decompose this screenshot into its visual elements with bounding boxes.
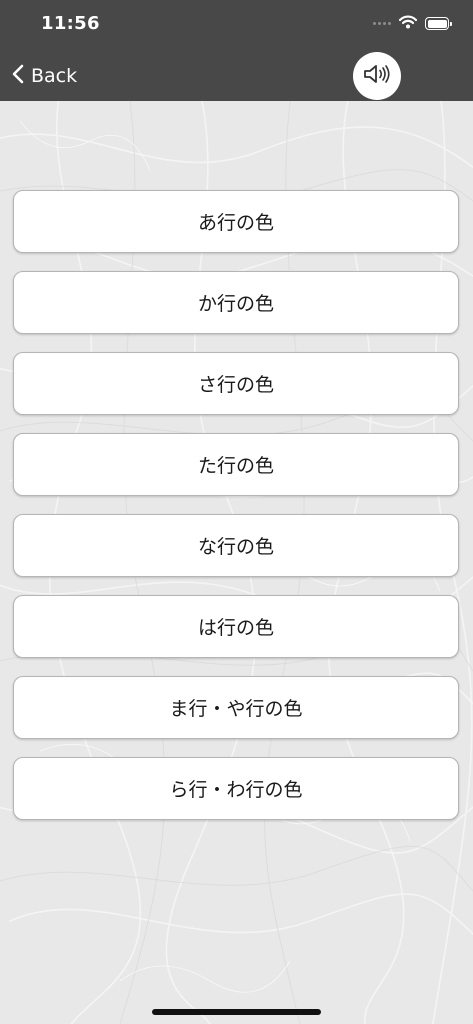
status-icons	[373, 14, 452, 33]
battery-icon	[425, 17, 452, 30]
menu-button-ka-row[interactable]: か行の色	[13, 271, 459, 334]
speaker-icon	[362, 63, 392, 89]
menu-button-ta-row[interactable]: た行の色	[13, 433, 459, 496]
menu-button-ra-wa-row[interactable]: ら行・わ行の色	[13, 757, 459, 820]
back-button-label: Back	[31, 65, 78, 87]
home-indicator[interactable]	[152, 1009, 321, 1015]
menu-button-ma-ya-row[interactable]: ま行・や行の色	[13, 676, 459, 739]
color-category-menu: あ行の色 か行の色 さ行の色 た行の色 な行の色 は行の色 ま行・や行の色 ら行…	[13, 190, 459, 838]
menu-button-sa-row[interactable]: さ行の色	[13, 352, 459, 415]
back-button[interactable]: Back	[12, 60, 77, 92]
sound-button[interactable]	[353, 52, 401, 100]
cellular-signal-icon	[373, 22, 391, 25]
menu-button-na-row[interactable]: な行の色	[13, 514, 459, 577]
wifi-icon	[398, 14, 418, 33]
menu-button-a-row[interactable]: あ行の色	[13, 190, 459, 253]
navigation-header: 11:56 Back	[0, 0, 473, 101]
menu-button-ha-row[interactable]: は行の色	[13, 595, 459, 658]
status-time: 11:56	[41, 13, 100, 34]
chevron-left-icon	[12, 64, 24, 88]
